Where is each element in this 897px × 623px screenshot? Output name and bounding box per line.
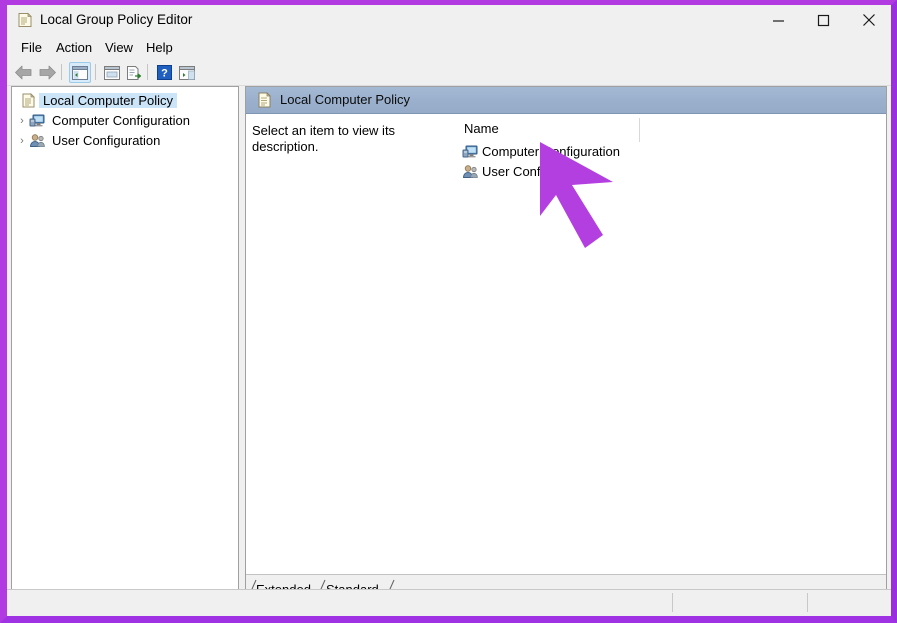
annotation-frame	[0, 0, 897, 623]
screenshot-root: Local Group Policy Editor File Action Vi…	[0, 0, 897, 623]
